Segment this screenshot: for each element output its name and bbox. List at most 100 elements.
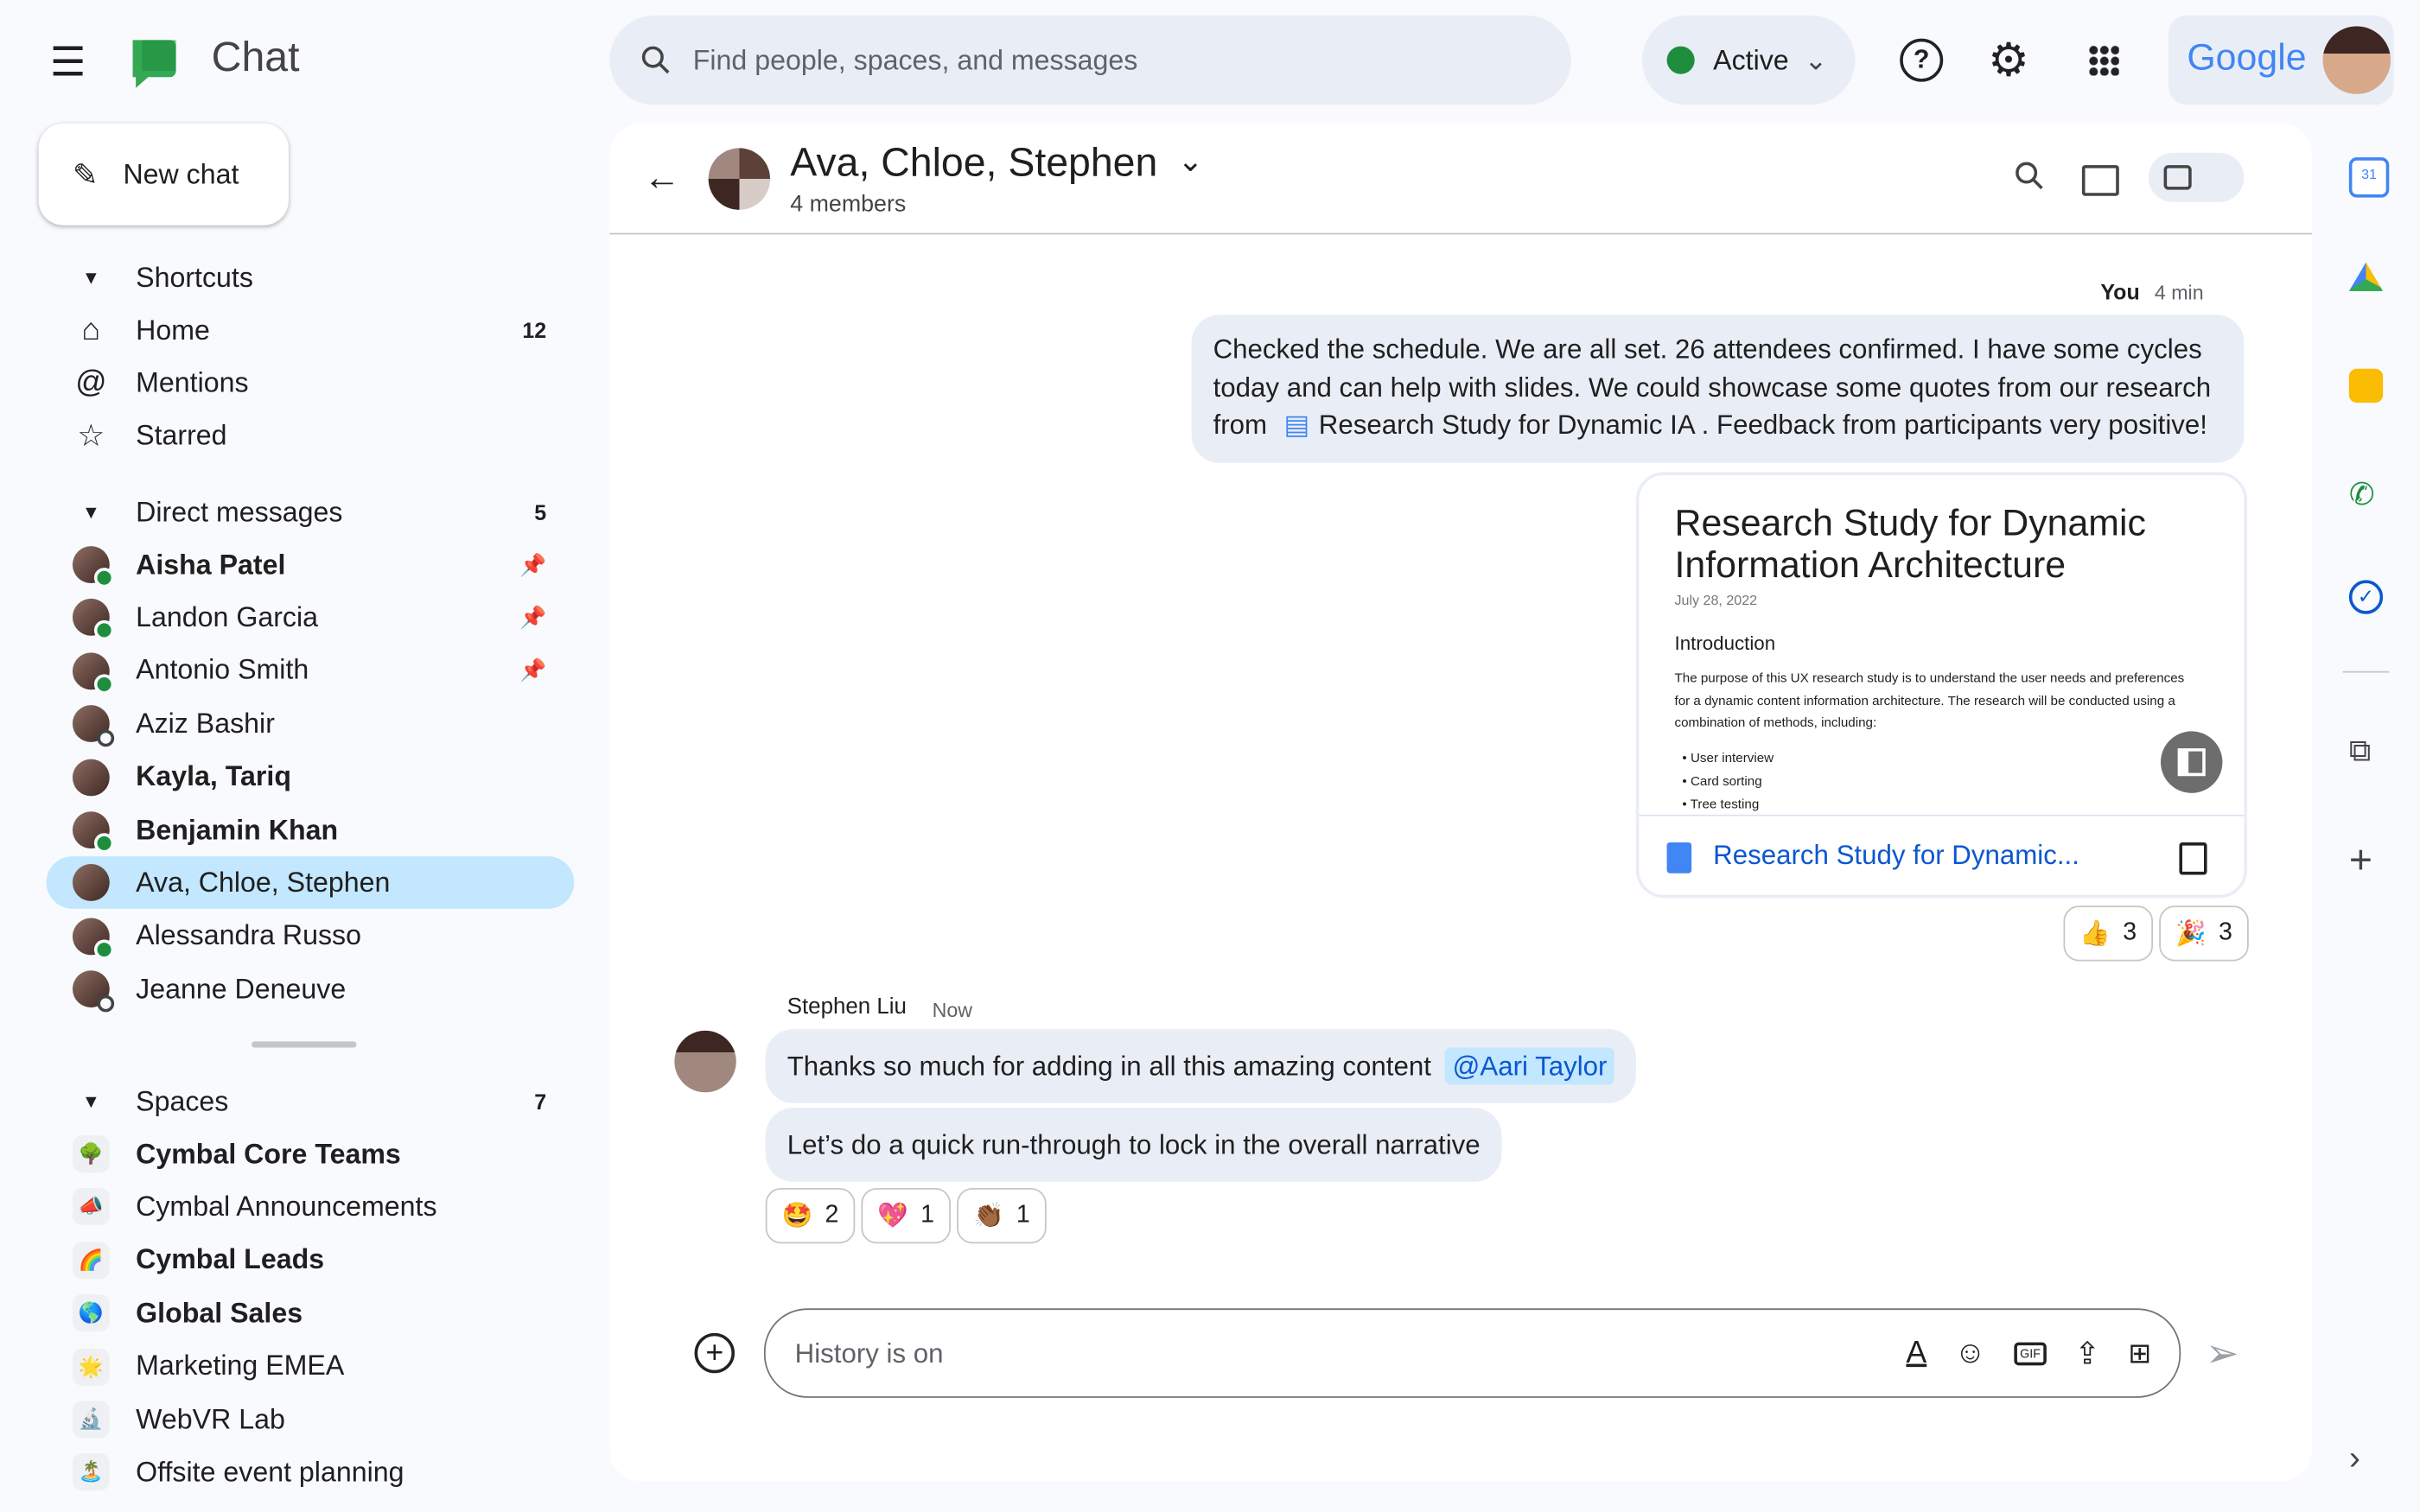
- reaction-chip[interactable]: 👍 3: [2063, 905, 2154, 962]
- item-label: Jeanne Deneuve: [136, 973, 347, 1004]
- keep-icon[interactable]: [2348, 368, 2384, 403]
- section-dms[interactable]: ▼ Direct messages 5: [47, 486, 575, 538]
- dm-item[interactable]: Aziz Bashir: [47, 697, 575, 750]
- space-item[interactable]: 🌎 Global Sales: [47, 1287, 575, 1340]
- dm-item[interactable]: Ava, Chloe, Stephen: [46, 856, 575, 910]
- space-item[interactable]: 🏝️ Offsite event planning: [47, 1446, 575, 1499]
- chevron-down-icon: ⌄: [1804, 43, 1828, 75]
- item-label: Aziz Bashir: [136, 708, 275, 739]
- copy-icon[interactable]: [2179, 842, 2207, 875]
- avatar: [72, 651, 115, 695]
- doc-icon: ▤: [1283, 409, 1310, 440]
- rail-divider: [2342, 670, 2390, 673]
- space-emoji-icon: 🔬: [72, 1401, 110, 1439]
- item-label: Landon Garcia: [136, 601, 319, 632]
- user-avatar[interactable]: [2322, 26, 2391, 94]
- main-menu-icon[interactable]: ☰: [43, 37, 92, 86]
- avatar: [72, 918, 115, 960]
- pin-icon[interactable]: 📌: [519, 551, 546, 577]
- settings-gear-icon[interactable]: ⚙: [1988, 34, 2029, 87]
- dm-item[interactable]: Benjamin Khan: [47, 804, 575, 856]
- conversation-title[interactable]: Ava, Chloe, Stephen: [790, 139, 1157, 187]
- mentions-icon: @: [75, 365, 107, 400]
- doc-heading: Introduction: [1674, 632, 1776, 655]
- status-label: Active: [1713, 43, 1789, 75]
- message-text: Let’s do a quick run-through to lock in …: [786, 1128, 1481, 1160]
- add-ons-icon[interactable]: ⧉: [2349, 734, 2383, 768]
- section-shortcuts[interactable]: ▼ Shortcuts: [47, 251, 575, 304]
- space-item[interactable]: 🌈 Cymbal Leads: [47, 1234, 575, 1286]
- doc-bullets: • User interview • Card sorting • Tree t…: [1682, 749, 1774, 812]
- sender-avatar[interactable]: [674, 1030, 736, 1093]
- space-emoji-icon: 📣: [72, 1188, 110, 1226]
- space-item[interactable]: 🌳 Cymbal Core Teams: [47, 1128, 575, 1180]
- side-panel-icon[interactable]: [2160, 731, 2223, 793]
- section-spaces[interactable]: ▼ Spaces 7: [47, 1076, 575, 1128]
- resize-handle[interactable]: [252, 1041, 357, 1048]
- voice-icon[interactable]: ✆: [2349, 475, 2383, 512]
- meet-video-icon[interactable]: ⊞: [2128, 1337, 2151, 1369]
- dm-item[interactable]: Kayla, Tariq: [47, 751, 575, 804]
- conversation-panel: ← Ava, Chloe, Stephen ⌄ 4 members You 4 …: [609, 123, 2312, 1482]
- avatar: [72, 864, 110, 902]
- drive-icon[interactable]: [2348, 262, 2384, 291]
- pin-icon[interactable]: 📌: [519, 658, 546, 683]
- doc-chip-label: Research Study for Dynamic IA: [1318, 409, 1694, 440]
- add-attachment-icon[interactable]: +: [694, 1332, 735, 1374]
- doc-link[interactable]: Research Study for Dynamic...: [1713, 839, 2079, 871]
- video-call-button[interactable]: [2148, 152, 2245, 202]
- reaction-count: 3: [2123, 919, 2137, 946]
- mention-chip[interactable]: @Aari Taylor: [1444, 1047, 1615, 1085]
- status-dropdown[interactable]: Active ⌄: [1641, 15, 1856, 105]
- gif-icon[interactable]: GIF: [2013, 1341, 2047, 1365]
- reaction-chip[interactable]: 🤩 2: [765, 1187, 856, 1244]
- send-icon[interactable]: ➢: [2206, 1330, 2239, 1377]
- space-item[interactable]: 🌟 Marketing EMEA: [47, 1340, 575, 1393]
- dm-item[interactable]: Jeanne Deneuve: [47, 963, 575, 1016]
- search-bar[interactable]: Find people, spaces, and messages: [609, 15, 1571, 105]
- search-input[interactable]: Find people, spaces, and messages: [693, 44, 1138, 76]
- reaction-emoji: 🤩: [781, 1203, 813, 1230]
- dm-item[interactable]: Landon Garcia 📌: [47, 592, 575, 645]
- reaction-chip[interactable]: 🎉 3: [2159, 905, 2249, 962]
- apps-grid-icon[interactable]: [2088, 44, 2119, 76]
- doc-preview-card[interactable]: Research Study for Dynamic Information A…: [1635, 472, 2247, 899]
- side-apps-rail: 31 ✆ ✓ ⧉ + ›: [2330, 124, 2420, 1512]
- item-label: Cymbal Core Teams: [136, 1137, 401, 1169]
- member-count[interactable]: 4 members: [790, 191, 906, 217]
- format-text-icon[interactable]: A: [1906, 1336, 1926, 1371]
- chevron-down-icon[interactable]: ⌄: [1177, 142, 1203, 181]
- composer-input[interactable]: History is on: [795, 1337, 944, 1369]
- space-emoji-icon: 🌎: [72, 1294, 110, 1332]
- help-icon[interactable]: ?: [1900, 38, 1944, 82]
- pin-icon[interactable]: 📌: [519, 605, 546, 631]
- dm-item[interactable]: Antonio Smith 📌: [47, 645, 575, 697]
- new-chat-icon: ✎: [72, 158, 99, 193]
- add-app-icon[interactable]: +: [2349, 836, 2383, 883]
- back-arrow-icon[interactable]: ←: [644, 157, 681, 200]
- calendar-icon[interactable]: 31: [2348, 157, 2390, 198]
- dm-item[interactable]: Alessandra Russo: [47, 910, 575, 962]
- shortcut-mentions[interactable]: @ Mentions: [47, 357, 575, 410]
- item-label: Ava, Chloe, Stephen: [136, 867, 391, 899]
- tasks-icon[interactable]: ✓: [2348, 580, 2384, 614]
- pop-out-icon[interactable]: [2081, 165, 2119, 196]
- message-time: 4 min: [2154, 280, 2204, 304]
- message-composer[interactable]: History is on A ☺ GIF ⇪ ⊞: [763, 1308, 2181, 1398]
- emoji-icon[interactable]: ☺: [1954, 1336, 1985, 1371]
- dm-item[interactable]: Aisha Patel 📌: [47, 538, 575, 591]
- shortcut-home[interactable]: ⌂ Home 12: [47, 304, 575, 357]
- search-conversation-icon[interactable]: [2014, 161, 2045, 200]
- account-switcher[interactable]: Google: [2168, 15, 2394, 105]
- upload-icon[interactable]: ⇪: [2074, 1334, 2100, 1373]
- item-label: Alessandra Russo: [136, 919, 361, 951]
- space-item[interactable]: 🔬 WebVR Lab: [47, 1393, 575, 1445]
- doc-chip[interactable]: ▤ Research Study for Dynamic IA: [1275, 409, 1694, 440]
- reaction-chip[interactable]: 💖 1: [861, 1187, 951, 1244]
- new-chat-button[interactable]: ✎ New chat: [38, 123, 289, 226]
- space-item[interactable]: 📣 Cymbal Announcements: [47, 1181, 575, 1234]
- shortcut-starred[interactable]: ☆ Starred: [47, 410, 575, 463]
- reaction-chip[interactable]: 👏🏾 1: [957, 1187, 1047, 1244]
- reaction-emoji: 👍: [2079, 921, 2111, 948]
- collapse-panel-icon[interactable]: ›: [2349, 1438, 2383, 1477]
